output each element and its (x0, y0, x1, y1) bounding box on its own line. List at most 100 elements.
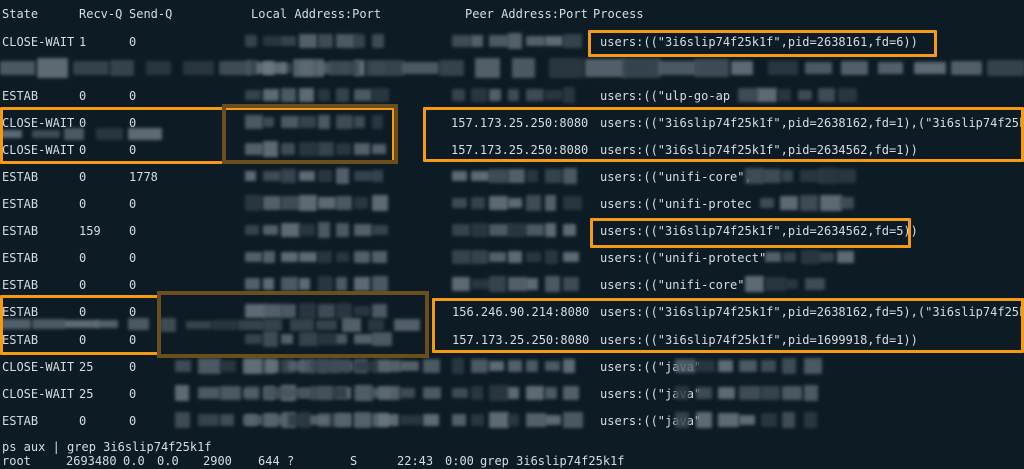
redacted-block (785, 278, 799, 290)
terminal-window[interactable]: State Recv-Q Send-Q Local Address:Port P… (0, 0, 1024, 469)
redacted-block (507, 386, 520, 400)
redacted-block (544, 195, 557, 211)
row-recvq: 0 (79, 278, 87, 292)
redacted-block (507, 360, 523, 372)
redacted-block (783, 252, 797, 262)
redacted-block (245, 171, 257, 181)
redacted-block (109, 60, 134, 76)
redacted-block (452, 224, 471, 236)
redacted-block (544, 276, 561, 292)
redacted-block (760, 413, 777, 427)
redacted-block (544, 35, 564, 46)
redacted-block (507, 197, 522, 209)
redacted-block (841, 60, 869, 76)
row-state: ESTAB (2, 414, 39, 428)
redacted-block (526, 195, 542, 211)
ps-stat: S (350, 454, 358, 468)
redacted-block (335, 34, 356, 48)
command-line: ps aux | grep 3i6slip74f25k1f (2, 440, 212, 454)
redacted-block (182, 61, 215, 75)
redacted-block (335, 222, 349, 238)
row-state: ESTAB (2, 170, 39, 184)
redacted-block (265, 359, 280, 373)
redacted-block (507, 276, 527, 292)
redacted-block (675, 385, 689, 401)
redacted-block (400, 360, 420, 371)
highlight-box-left-pair-inner (222, 104, 398, 164)
redacted-block (263, 224, 278, 236)
redacted-block (299, 87, 314, 103)
redacted-block (818, 88, 835, 102)
redacted-block (489, 360, 504, 372)
redacted-block (470, 386, 484, 400)
redacted-block (73, 60, 110, 76)
highlight-box-local-pair-b (157, 291, 429, 358)
redacted-block (760, 386, 780, 400)
row-state: CLOSE-WAIT (2, 387, 75, 401)
redacted-block (317, 222, 330, 238)
redacted-block (470, 278, 491, 290)
redacted-block (287, 414, 305, 426)
redacted-block (489, 251, 507, 263)
redacted-block (371, 195, 388, 211)
row-state: ESTAB (2, 224, 39, 238)
redacted-block (335, 252, 349, 262)
redacted-block (242, 358, 263, 374)
redacted-block (452, 358, 464, 374)
redacted-block (452, 250, 471, 264)
redacted-block (914, 61, 946, 75)
redacted-block (987, 60, 1024, 76)
redacted-block (782, 385, 802, 401)
redacted-block (696, 386, 712, 400)
redacted-block (696, 412, 712, 428)
row-state: ESTAB (2, 89, 39, 103)
redacted-block (470, 249, 488, 265)
redacted-block (563, 251, 580, 263)
redacted-block (355, 385, 374, 401)
row-process: users:(("unifi-core" (600, 278, 745, 292)
redacted-block (287, 387, 311, 399)
redacted-block (470, 35, 483, 47)
header-state: State (2, 7, 39, 21)
redacted-block (470, 197, 485, 209)
redacted-block (765, 277, 786, 291)
redacted-block (489, 195, 508, 211)
redacted-block (36, 58, 69, 78)
redacted-block (452, 387, 468, 399)
redacted-block (526, 35, 545, 47)
redacted-block (452, 414, 467, 426)
redacted-block (563, 277, 579, 291)
redacted-block (745, 168, 765, 184)
redacted-block (377, 359, 401, 373)
row-recvq: 25 (79, 387, 94, 401)
redacted-block (778, 88, 792, 102)
redacted-block (489, 276, 506, 292)
redacted-block (353, 196, 368, 210)
redacted-block (489, 385, 509, 401)
redacted-block (804, 61, 832, 75)
redacted-block (438, 60, 465, 76)
row-recvq: 1 (79, 35, 87, 49)
redacted-block (507, 250, 522, 264)
redacted-block (263, 88, 279, 102)
redacted-block (507, 169, 525, 183)
redacted-block (800, 195, 819, 211)
redacted-block (877, 61, 903, 75)
redacted-block (245, 195, 263, 211)
redacted-block (299, 223, 315, 237)
redacted-block (353, 224, 373, 236)
redacted-block (745, 276, 764, 292)
ps-pid: 2693480 (66, 454, 117, 468)
redacted-block (220, 386, 242, 400)
redacted-block (658, 61, 698, 75)
row-sendq: 1778 (129, 170, 158, 184)
row-sendq: 0 (129, 224, 137, 238)
redacted-block (837, 250, 854, 264)
ps-rss: 644 (258, 454, 280, 468)
ps-tty: ? (287, 454, 295, 468)
redacted-block (838, 87, 858, 103)
row-state: ESTAB (2, 197, 39, 211)
redacted-block (544, 387, 558, 399)
redacted-block (292, 58, 324, 78)
redacted-block (245, 89, 261, 101)
